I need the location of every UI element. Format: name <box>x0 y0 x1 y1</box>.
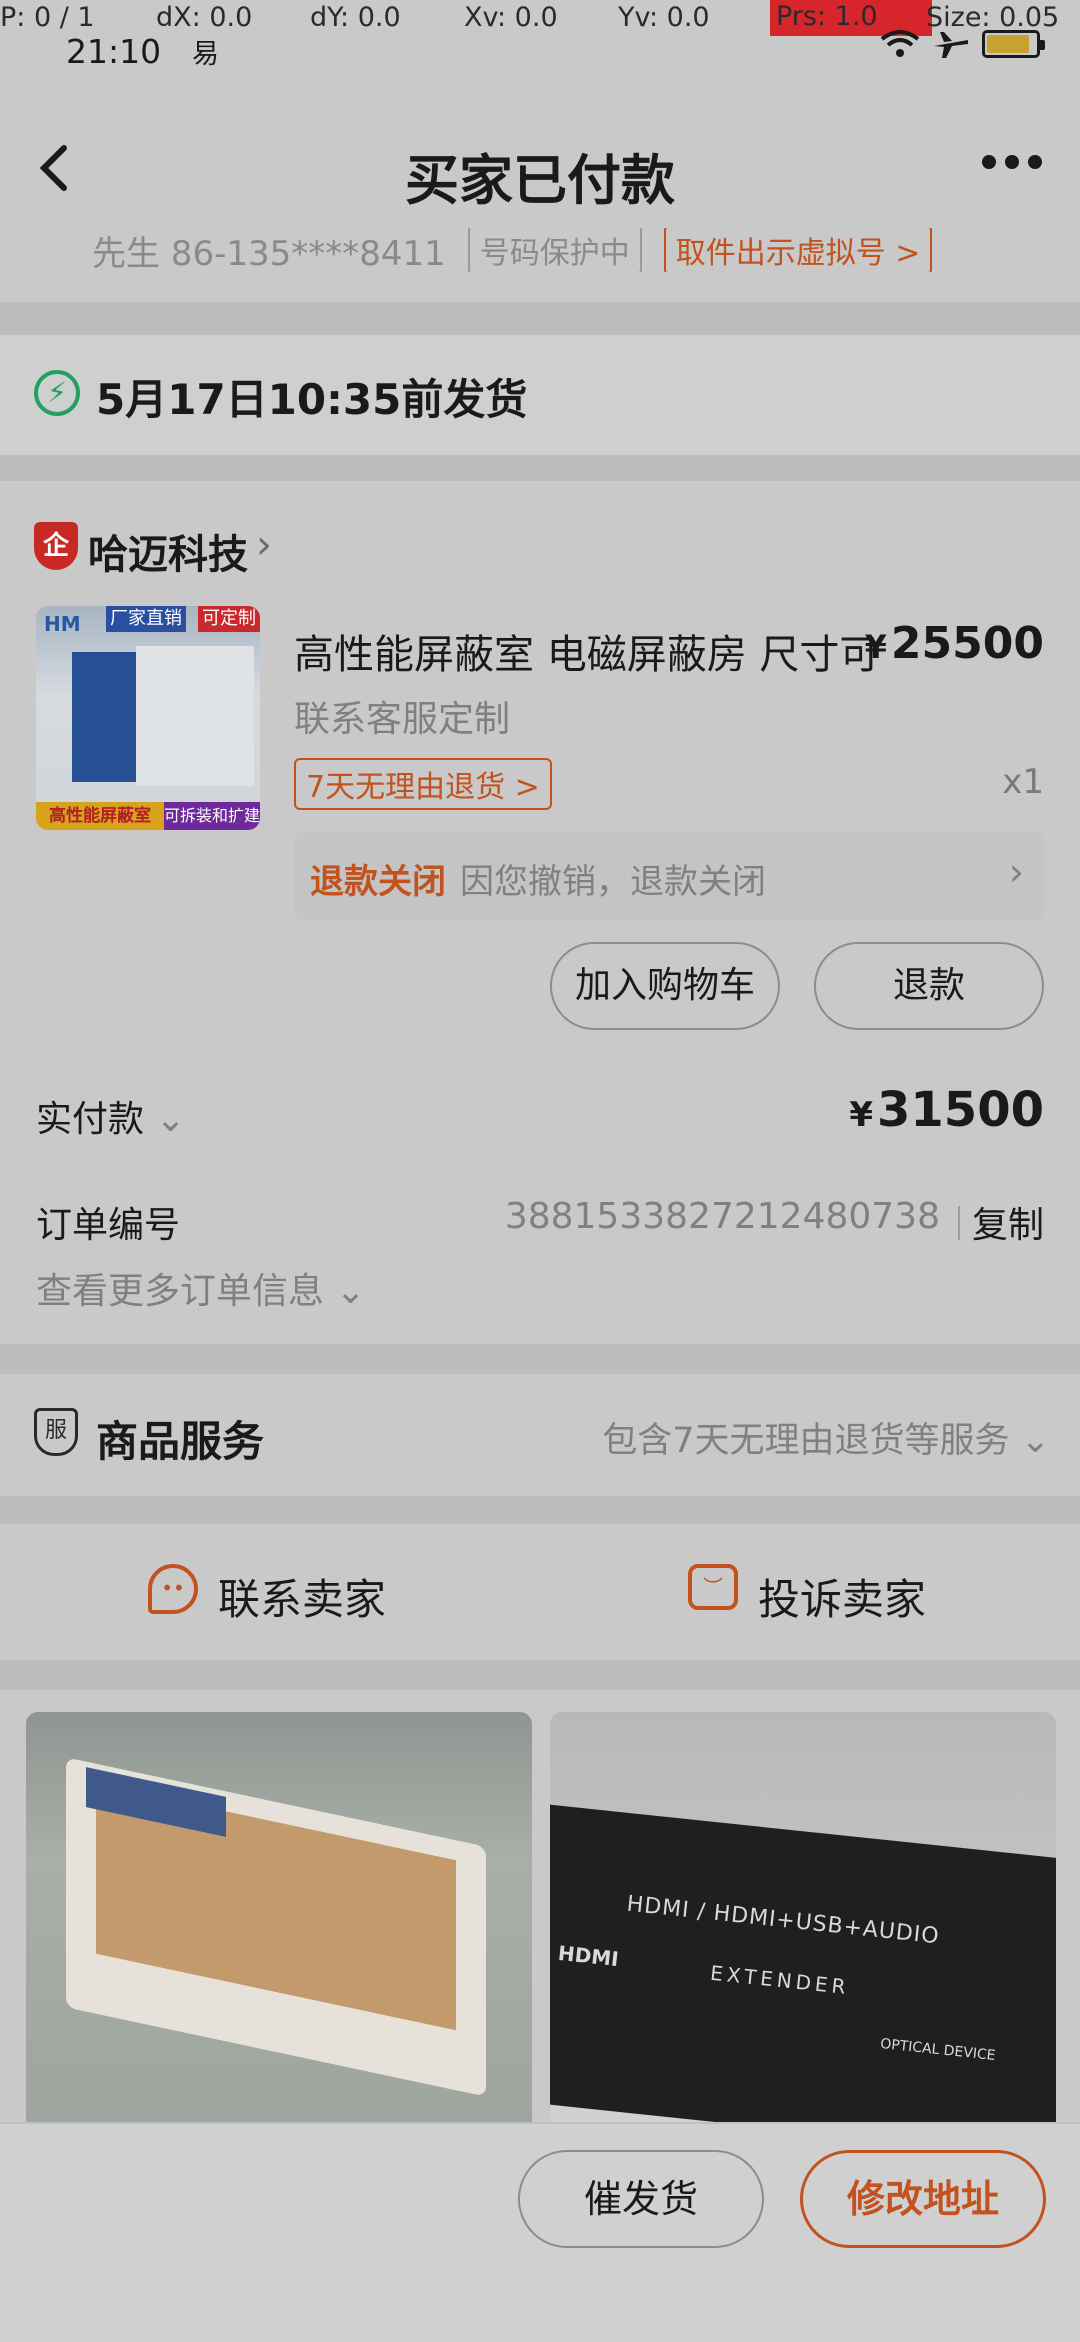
debug-dx: dX: 0.0 <box>156 2 253 33</box>
debug-pointer-count: P: 0 / 1 <box>0 2 95 33</box>
recommend-item-hdmi-extender[interactable]: HDMI / HDMI+USB+AUDIO HDMI EXTENDER OPTI… <box>550 1712 1056 2132</box>
refund-status-text: 因您撤销，退款关闭 <box>460 862 766 902</box>
enterprise-shop-icon: 企 <box>34 522 78 570</box>
thumb-badge-left: 厂家直销 <box>106 606 186 632</box>
chevron-right-icon[interactable]: › <box>256 522 272 568</box>
edit-address-button[interactable]: 修改地址 <box>800 2150 1046 2248</box>
address-contact-row: 先生 86-135****8411 号码保护中 取件出示虚拟号 > <box>92 228 933 273</box>
thumb-badge-right: 可定制 <box>198 606 260 632</box>
refund-status-row[interactable]: 退款关闭 因您撤销，退款关闭 › <box>294 832 1044 920</box>
product-title[interactable]: 高性能屏蔽室 电磁屏蔽房 尺寸可 <box>294 622 874 680</box>
chevron-right-icon: › <box>1008 850 1024 894</box>
privacy-tag: 号码保护中 <box>467 228 642 272</box>
service-shield-icon: 服 <box>34 1408 78 1456</box>
divider <box>958 1206 960 1240</box>
complain-seller-button[interactable]: 投诉卖家 <box>758 1566 926 1627</box>
shipping-deadline: 5月17日10:35前发货 <box>96 375 528 424</box>
debug-xv: Xv: 0.0 <box>464 2 558 33</box>
address-contact: 先生 86-135****8411 <box>92 233 446 273</box>
product-thumbnail[interactable]: HM 厂家直销 可定制 高性能屏蔽室 可拆装和扩建 <box>36 606 260 830</box>
debug-yv: Yv: 0.0 <box>618 2 710 33</box>
thumb-logo: HM <box>44 612 81 636</box>
service-title: 商品服务 <box>96 1417 265 1466</box>
return-policy-tag[interactable]: 7天无理由退货 > <box>294 758 552 810</box>
urge-shipping-button[interactable]: 催发货 <box>518 2150 764 2248</box>
thumb-footer-right: 可拆装和扩建 <box>164 802 260 830</box>
section-divider <box>0 1496 1080 1524</box>
more-order-info-toggle[interactable]: 查看更多订单信息 ⌄ <box>36 1262 366 1314</box>
section-divider <box>0 1344 1080 1374</box>
battery-icon <box>982 30 1045 58</box>
product-subtitle: 联系客服定制 <box>294 699 511 740</box>
status-app-icon: 易 <box>192 39 219 70</box>
section-divider <box>0 302 1080 336</box>
status-time: 21:10 <box>66 32 162 71</box>
more-options-icon[interactable] <box>982 155 1042 169</box>
refund-button[interactable]: 退款 <box>814 942 1044 1030</box>
chevron-down-icon: ⌄ <box>1020 1421 1050 1461</box>
section-divider <box>0 455 1080 481</box>
refund-status-label: 退款关闭 <box>310 862 446 902</box>
product-quantity: x1 <box>1002 762 1044 802</box>
paid-amount-value: ¥31500 <box>849 1082 1044 1138</box>
complaint-icon[interactable]: ︶ <box>688 1564 738 1610</box>
service-detail[interactable]: 包含7天无理由退货等服务 ⌄ <box>602 1412 1050 1463</box>
status-icons <box>880 28 1045 60</box>
wifi-icon <box>880 30 920 57</box>
add-to-cart-button[interactable]: 加入购物车 <box>550 942 780 1030</box>
section-divider <box>0 1660 1080 1690</box>
recommend-item-boat[interactable] <box>26 1712 532 2132</box>
copy-order-button[interactable]: 复制 <box>972 1196 1044 1248</box>
chevron-down-icon: ⌄ <box>155 1099 186 1140</box>
paid-amount-label[interactable]: 实付款 ⌄ <box>36 1090 186 1142</box>
virtual-number-tag[interactable]: 取件出示虚拟号 > <box>663 228 933 272</box>
order-number-label: 订单编号 <box>36 1205 181 1246</box>
thumb-footer-left: 高性能屏蔽室 <box>36 802 164 830</box>
chat-face-icon[interactable]: •• <box>148 1564 198 1614</box>
chevron-down-icon: ⌄ <box>335 1271 366 1312</box>
contact-seller-button[interactable]: 联系卖家 <box>218 1566 386 1627</box>
debug-dy: dY: 0.0 <box>310 2 401 33</box>
product-price: ¥25500 <box>864 618 1044 669</box>
order-number: 3881533827212480738 <box>504 1196 940 1237</box>
page-title: 买家已付款 <box>405 149 675 212</box>
shop-name[interactable]: 哈迈科技 <box>88 522 248 580</box>
airplane-icon <box>934 32 968 58</box>
lightning-icon: ⚡ <box>34 370 80 416</box>
